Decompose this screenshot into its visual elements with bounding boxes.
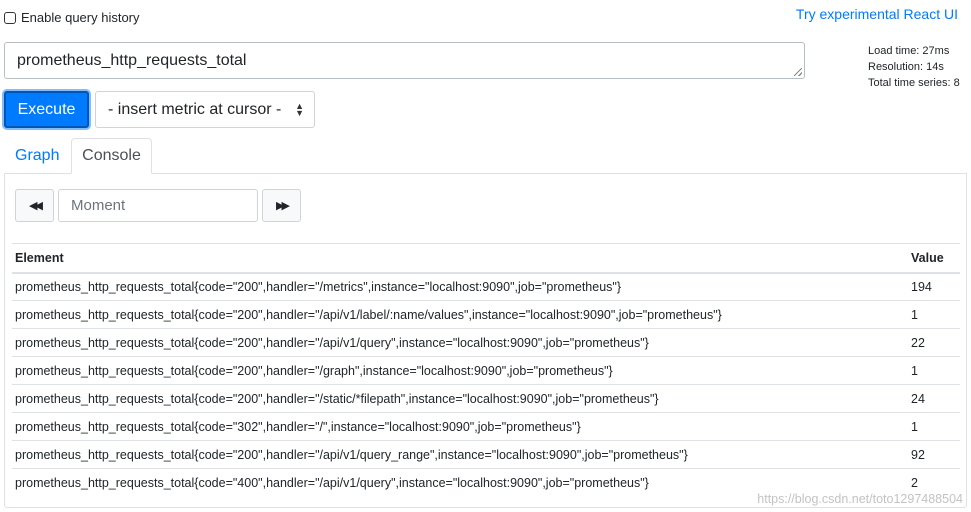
row-value: 1 bbox=[908, 356, 960, 385]
moment-back-button[interactable]: ◀◀ bbox=[15, 189, 54, 222]
insert-metric-select-value: - insert metric at cursor - bbox=[108, 100, 282, 118]
tab-console[interactable]: Console bbox=[71, 138, 152, 174]
table-row: prometheus_http_requests_total{code="200… bbox=[12, 356, 960, 385]
expression-input[interactable]: prometheus_http_requests_total bbox=[4, 42, 805, 79]
backward-icon: ◀◀ bbox=[29, 200, 43, 212]
column-header-element: Element bbox=[12, 243, 908, 274]
moment-input[interactable]: Moment bbox=[58, 189, 258, 222]
row-value: 22 bbox=[908, 328, 960, 357]
table-row: prometheus_http_requests_total{code="200… bbox=[12, 272, 960, 301]
total-time-series: Total time series: 8 bbox=[868, 77, 960, 89]
insert-metric-select[interactable]: - insert metric at cursor - ▲ ▼ bbox=[95, 91, 315, 128]
table-row: prometheus_http_requests_total{code="302… bbox=[12, 412, 960, 441]
row-value: 1 bbox=[908, 412, 960, 441]
table-header-row: Element Value bbox=[12, 243, 960, 274]
react-ui-link[interactable]: Try experimental React UI bbox=[796, 6, 958, 22]
row-element: prometheus_http_requests_total{code="200… bbox=[12, 356, 908, 385]
forward-icon: ▶▶ bbox=[276, 200, 290, 212]
row-element: prometheus_http_requests_total{code="200… bbox=[12, 440, 908, 469]
table-row: prometheus_http_requests_total{code="200… bbox=[12, 384, 960, 413]
row-value: 1 bbox=[908, 300, 960, 329]
expression-value: prometheus_http_requests_total bbox=[17, 52, 247, 69]
row-value: 92 bbox=[908, 440, 960, 469]
row-element: prometheus_http_requests_total{code="200… bbox=[12, 272, 908, 301]
moment-forward-button[interactable]: ▶▶ bbox=[262, 189, 301, 222]
column-header-value: Value bbox=[908, 243, 960, 274]
query-stats: Load time: 27ms Resolution: 14s Total ti… bbox=[868, 43, 960, 91]
execute-button[interactable]: Execute bbox=[4, 91, 89, 128]
tab-graph[interactable]: Graph bbox=[15, 147, 59, 165]
query-history-toggle[interactable]: Enable query history bbox=[4, 10, 140, 25]
row-value: 24 bbox=[908, 384, 960, 413]
watermark: https://blog.csdn.net/toto1297488504 bbox=[757, 492, 963, 506]
row-element: prometheus_http_requests_total{code="200… bbox=[12, 300, 908, 329]
row-value: 194 bbox=[908, 272, 960, 301]
row-element: prometheus_http_requests_total{code="200… bbox=[12, 328, 908, 357]
query-history-checkbox[interactable] bbox=[4, 11, 16, 24]
row-element: prometheus_http_requests_total{code="302… bbox=[12, 412, 908, 441]
resize-grip-icon[interactable] bbox=[794, 68, 802, 76]
table-row: prometheus_http_requests_total{code="200… bbox=[12, 440, 960, 469]
results-table: Element Value prometheus_http_requests_t… bbox=[12, 243, 960, 497]
resolution: Resolution: 14s bbox=[868, 61, 944, 73]
select-caret-icon: ▲ ▼ bbox=[295, 101, 304, 118]
row-element: prometheus_http_requests_total{code="200… bbox=[12, 384, 908, 413]
load-time: Load time: 27ms bbox=[868, 45, 950, 57]
table-row: prometheus_http_requests_total{code="200… bbox=[12, 328, 960, 357]
table-row: prometheus_http_requests_total{code="200… bbox=[12, 300, 960, 329]
query-history-label: Enable query history bbox=[21, 10, 140, 25]
